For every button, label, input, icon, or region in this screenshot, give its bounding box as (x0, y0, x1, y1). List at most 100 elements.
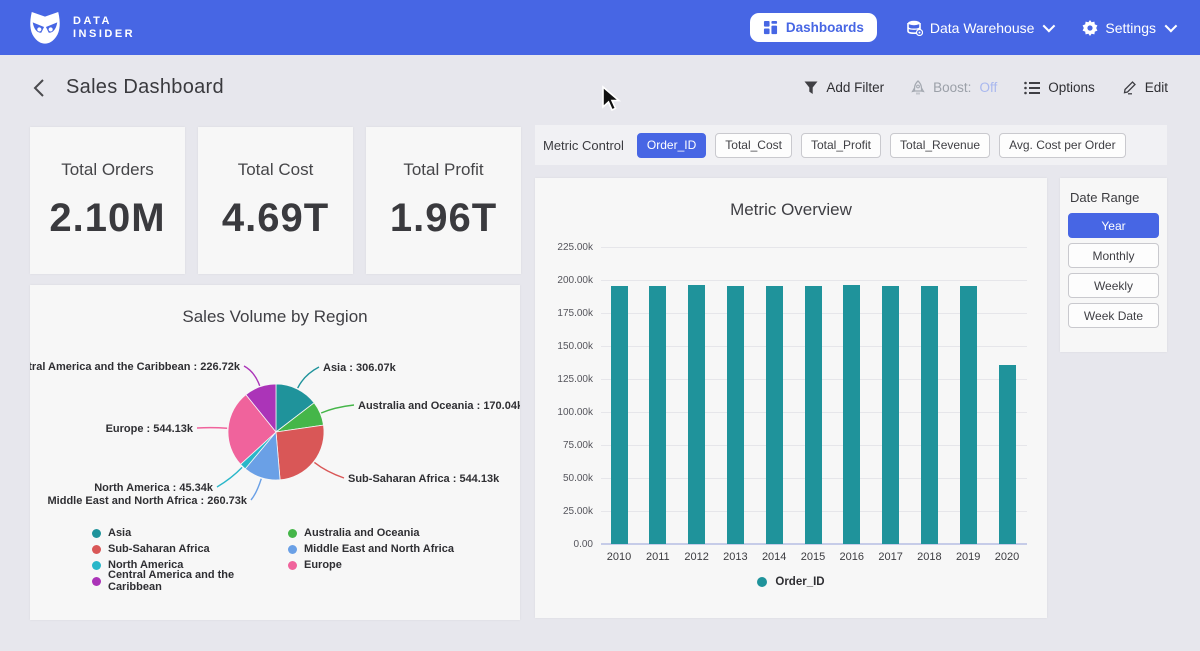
x-axis-tick: 2017 (871, 551, 911, 563)
x-axis-tick: 2019 (948, 551, 988, 563)
x-axis-tick: 2012 (677, 551, 717, 563)
rocket-icon (911, 80, 925, 96)
legend-dot (288, 545, 297, 554)
bar-2019[interactable] (960, 286, 977, 544)
nav-dashboards-button[interactable]: Dashboards (750, 13, 877, 42)
date-range-weekly-button[interactable]: Weekly (1068, 273, 1159, 298)
bar-2014[interactable] (766, 286, 783, 544)
boost-toggle[interactable]: Boost: Off (911, 80, 997, 96)
nav-settings[interactable]: Settings (1082, 20, 1174, 36)
top-navbar: DATA INSIDER Dashboards (0, 0, 1200, 55)
pencil-icon (1122, 80, 1137, 95)
filter-funnel-icon (804, 81, 818, 95)
legend-dot (92, 529, 101, 538)
bar-2015[interactable] (805, 286, 822, 544)
metric-button-avg-cost-per-order[interactable]: Avg. Cost per Order (999, 133, 1126, 158)
pie-legend-item-3[interactable]: Middle East and North Africa (288, 541, 454, 557)
pie-label-3: Middle East and North Africa : 260.73k (48, 495, 248, 507)
legend-dot (288, 529, 297, 538)
nav-data-warehouse[interactable]: Data Warehouse (907, 20, 1053, 36)
list-options-icon (1024, 81, 1040, 95)
bar-2020[interactable] (999, 365, 1016, 544)
pie-legend-item-5[interactable]: Europe (288, 557, 454, 573)
pie-legend-item-6[interactable]: Central America and the Caribbean (92, 573, 284, 589)
x-axis-tick: 2014 (754, 551, 794, 563)
date-range-year-button[interactable]: Year (1068, 213, 1159, 238)
date-range-label: Date Range (1070, 190, 1159, 205)
y-axis-tick: 50.00k (537, 473, 593, 484)
y-axis-tick: 125.00k (537, 374, 593, 385)
x-axis-tick: 2018 (909, 551, 949, 563)
date-range-monthly-button[interactable]: Monthly (1068, 243, 1159, 268)
database-icon (907, 20, 923, 36)
bar-chart-card: Metric Overview 0.0025.00k50.00k75.00k10… (535, 178, 1047, 618)
kpi-label: Total Profit (403, 160, 483, 180)
pie-leader-line (314, 462, 344, 478)
y-axis-tick: 0.00 (537, 539, 593, 550)
pie-label-1: Australia and Oceania : 170.04k (358, 400, 520, 412)
dashboard-grid-icon (763, 20, 778, 35)
nav-dashboards-label: Dashboards (786, 20, 864, 35)
legend-dot (92, 577, 101, 586)
chevron-down-icon (1043, 20, 1056, 33)
options-button[interactable]: Options (1024, 80, 1095, 95)
brand-logo[interactable]: DATA INSIDER (26, 11, 135, 45)
kpi-value: 1.96T (390, 196, 497, 241)
gridline (601, 247, 1027, 248)
pie-label-2: Sub-Saharan Africa : 544.13k (348, 473, 500, 485)
back-button[interactable] (32, 77, 46, 99)
pie-slice-2[interactable] (276, 425, 324, 480)
bar-2017[interactable] (882, 286, 899, 544)
x-axis-tick: 2020 (987, 551, 1027, 563)
metric-button-order-id[interactable]: Order_ID (637, 133, 706, 158)
pie-legend-item-2[interactable]: Sub-Saharan Africa (92, 541, 284, 557)
brand-line2: INSIDER (73, 28, 135, 41)
y-axis-tick: 100.00k (537, 407, 593, 418)
pie-leader-line (321, 405, 354, 413)
metric-control-label: Metric Control (543, 138, 624, 153)
legend-label: Sub-Saharan Africa (108, 543, 210, 555)
add-filter-label: Add Filter (826, 80, 884, 95)
bar-2018[interactable] (921, 286, 938, 544)
legend-label: Central America and the Caribbean (108, 569, 284, 593)
edit-button[interactable]: Edit (1122, 80, 1168, 95)
bar-2011[interactable] (649, 286, 666, 544)
metric-button-total-revenue[interactable]: Total_Revenue (890, 133, 990, 158)
bar-2016[interactable] (843, 285, 860, 544)
y-axis-tick: 75.00k (537, 440, 593, 451)
kpi-value: 2.10M (49, 196, 165, 241)
options-label: Options (1048, 80, 1095, 95)
pie-legend-item-0[interactable]: Asia (92, 525, 284, 541)
gear-icon (1082, 20, 1098, 36)
y-axis-tick: 175.00k (537, 308, 593, 319)
pie-leader-line (197, 428, 227, 429)
bar-2010[interactable] (611, 286, 628, 544)
pie-label-5: Europe : 544.13k (106, 423, 194, 435)
chevron-down-icon (1165, 20, 1178, 33)
metric-button-total-cost[interactable]: Total_Cost (715, 133, 792, 158)
date-range-week-date-button[interactable]: Week Date (1068, 303, 1159, 328)
bar-2013[interactable] (727, 286, 744, 544)
pie-legend-item-1[interactable]: Australia and Oceania (288, 525, 454, 541)
metric-button-total-profit[interactable]: Total_Profit (801, 133, 881, 158)
legend-label: Order_ID (775, 576, 824, 588)
y-axis-tick: 225.00k (537, 242, 593, 253)
brand-line1: DATA (73, 15, 135, 28)
pie-chart-card: Sales Volume by Region Asia : 306.07kAus… (30, 285, 520, 620)
kpi-label: Total Orders (61, 160, 154, 180)
pie-leader-line (217, 467, 242, 487)
x-axis-tick: 2013 (715, 551, 755, 563)
bar-chart-legend: Order_ID (535, 576, 1047, 588)
bar-chart[interactable]: 0.0025.00k50.00k75.00k100.00k125.00k150.… (535, 178, 1047, 618)
gridline (601, 280, 1027, 281)
add-filter-button[interactable]: Add Filter (804, 80, 884, 95)
pie-leader-line (251, 479, 261, 500)
nav-data-warehouse-label: Data Warehouse (930, 20, 1035, 36)
bar-2012[interactable] (688, 285, 705, 544)
legend-dot (92, 561, 101, 570)
kpi-card-total-cost: Total Cost 4.69T (198, 127, 353, 274)
legend-dot (288, 561, 297, 570)
x-axis-tick: 2015 (793, 551, 833, 563)
edit-label: Edit (1145, 80, 1168, 95)
pie-label-0: Asia : 306.07k (323, 362, 397, 374)
